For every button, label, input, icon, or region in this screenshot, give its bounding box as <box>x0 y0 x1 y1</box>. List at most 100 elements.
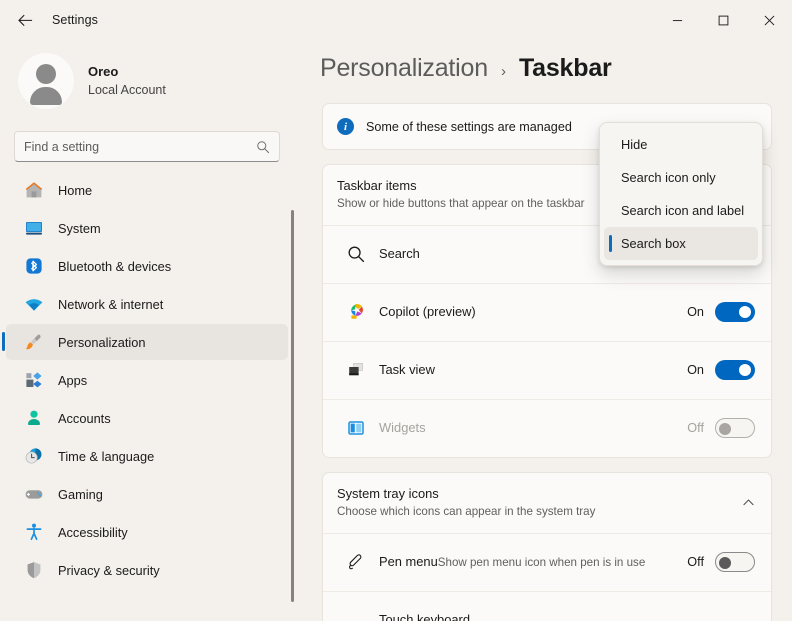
toggle-switch[interactable] <box>715 360 755 381</box>
system-tray-rows: Pen menuShow pen menu icon when pen is i… <box>323 532 771 621</box>
row-icon-wrap <box>345 243 367 265</box>
sidebar-item-label: Gaming <box>58 486 103 502</box>
accessibility-icon <box>26 523 42 541</box>
row-label: Task view <box>379 361 435 377</box>
managed-settings-text: Some of these settings are managed <box>366 119 572 134</box>
sidebar-item-label: Apps <box>58 372 88 388</box>
sidebar-item-apps[interactable]: Apps <box>6 362 288 398</box>
page-title: Taskbar <box>518 54 612 82</box>
minimize-button[interactable] <box>654 0 700 40</box>
privacy-icon <box>27 562 41 579</box>
avatar <box>18 53 74 109</box>
toggle-switch[interactable] <box>715 418 755 439</box>
toggle-state-label: Off <box>687 555 704 569</box>
sidebar-item-personalization[interactable]: Personalization <box>2 324 288 360</box>
sidebar-item-label: Accessibility <box>58 524 128 540</box>
copilot-icon <box>351 304 363 320</box>
chevron-up-icon <box>743 498 754 505</box>
dropdown-option-search-box[interactable]: Search box <box>604 227 758 260</box>
row-label: Search <box>379 245 420 261</box>
dropdown-option-search-icon-only[interactable]: Search icon only <box>604 161 758 194</box>
network-icon <box>25 299 43 311</box>
pen-icon <box>349 554 362 570</box>
row-icon-wrap <box>345 417 367 439</box>
system-tray-header[interactable]: System tray icons Choose which icons can… <box>323 473 771 533</box>
row-label: Copilot (preview) <box>379 303 476 319</box>
sidebar-item-bluetooth-devices[interactable]: Bluetooth & devices <box>6 248 288 284</box>
sidebar-item-label: Network & internet <box>58 296 164 312</box>
system-tray-title: System tray icons <box>337 485 439 501</box>
sidebar-item-label: Home <box>58 182 93 198</box>
breadcrumb-separator: › <box>500 63 506 80</box>
search-mode-dropdown: Hide Search icon only Search icon and labe… <box>599 122 763 266</box>
search-icon <box>348 246 365 263</box>
system-tray-section: System tray icons Choose which icons can… <box>322 471 772 621</box>
breadcrumb: Personalization › Taskbar <box>320 54 792 83</box>
tray-row-touch-keyboard[interactable]: Touch keyboard <box>323 590 771 621</box>
dropdown-option-hide[interactable]: Hide <box>604 128 758 161</box>
sidebar-nav: Home System Bluetooth & devices Network & i… <box>0 172 300 588</box>
search-icon <box>257 140 270 153</box>
sidebar-item-system[interactable]: System <box>6 210 288 246</box>
settings-window: Settings Oreo Local Account Find a setti… <box>0 0 792 621</box>
home-icon <box>25 182 43 198</box>
apps-icon <box>26 372 42 388</box>
row-label: Widgets <box>379 419 426 435</box>
system-icon <box>26 222 42 235</box>
close-icon <box>764 15 774 25</box>
close-button[interactable] <box>746 0 792 40</box>
taskbar-row-copilot-preview[interactable]: Copilot (preview) On <box>323 282 771 341</box>
system-tray-subtitle: Choose which icons can appear in the sys… <box>337 505 596 519</box>
row-icon-wrap <box>345 359 367 381</box>
tray-row-pen-menu[interactable]: Pen menuShow pen menu icon when pen is i… <box>323 532 771 591</box>
personalization-icon <box>25 334 41 350</box>
time-icon <box>25 448 42 464</box>
row-icon-wrap <box>345 551 367 573</box>
sidebar-item-label: Personalization <box>58 334 146 350</box>
toggle-state-label: On <box>687 305 704 320</box>
sidebar-item-label: Accounts <box>58 410 111 426</box>
toggle-state-label: On <box>687 363 704 378</box>
account-type: Local Account <box>88 83 166 98</box>
task-view-icon <box>349 363 363 376</box>
sidebar-item-network-internet[interactable]: Network & internet <box>6 286 288 322</box>
sidebar-item-label: Bluetooth & devices <box>58 258 172 274</box>
row-label: Touch keyboard <box>379 611 471 621</box>
back-button[interactable] <box>8 5 42 35</box>
taskbar-row-task-view[interactable]: Task view On <box>323 340 771 399</box>
minimize-icon <box>672 19 682 21</box>
dropdown-option-search-icon-and-label[interactable]: Search icon and label <box>604 194 758 227</box>
bluetooth-icon <box>26 258 42 274</box>
maximize-button[interactable] <box>700 0 746 40</box>
toggle-switch[interactable] <box>715 302 755 323</box>
row-sublabel: Show pen menu icon when pen is in use <box>437 555 646 569</box>
toggle-switch[interactable] <box>715 552 755 572</box>
search-box[interactable] <box>14 131 280 162</box>
gaming-icon <box>25 490 43 499</box>
search-input[interactable] <box>24 139 256 154</box>
toggle-state-label: Off <box>687 421 704 436</box>
back-arrow-icon <box>17 14 32 26</box>
sidebar-item-gaming[interactable]: Gaming <box>6 476 288 512</box>
sidebar-item-label: System <box>58 220 101 236</box>
row-icon-wrap <box>345 301 367 323</box>
widgets-icon <box>348 421 364 435</box>
sidebar-item-label: Time & language <box>58 448 155 464</box>
breadcrumb-parent[interactable]: Personalization <box>320 54 488 83</box>
accounts-icon <box>28 410 40 425</box>
sidebar: Oreo Local Account Home System Bluetooth &… <box>0 40 300 621</box>
sidebar-item-time-language[interactable]: Time & language <box>6 438 288 474</box>
sidebar-item-privacy-security[interactable]: Privacy & security <box>6 552 288 588</box>
window-title: Settings <box>52 13 98 27</box>
account-name: Oreo <box>88 63 119 79</box>
row-label: Pen menu <box>379 553 438 569</box>
account-summary[interactable]: Oreo Local Account <box>18 53 300 109</box>
sidebar-scrollbar[interactable] <box>291 210 294 602</box>
sidebar-item-accessibility[interactable]: Accessibility <box>6 514 288 550</box>
taskbar-row-widgets[interactable]: Widgets Off <box>323 398 771 457</box>
sidebar-item-home[interactable]: Home <box>6 172 288 208</box>
title-bar: Settings <box>0 0 792 40</box>
sidebar-item-accounts[interactable]: Accounts <box>6 400 288 436</box>
sidebar-item-label: Privacy & security <box>58 562 160 578</box>
maximize-icon <box>718 15 728 25</box>
